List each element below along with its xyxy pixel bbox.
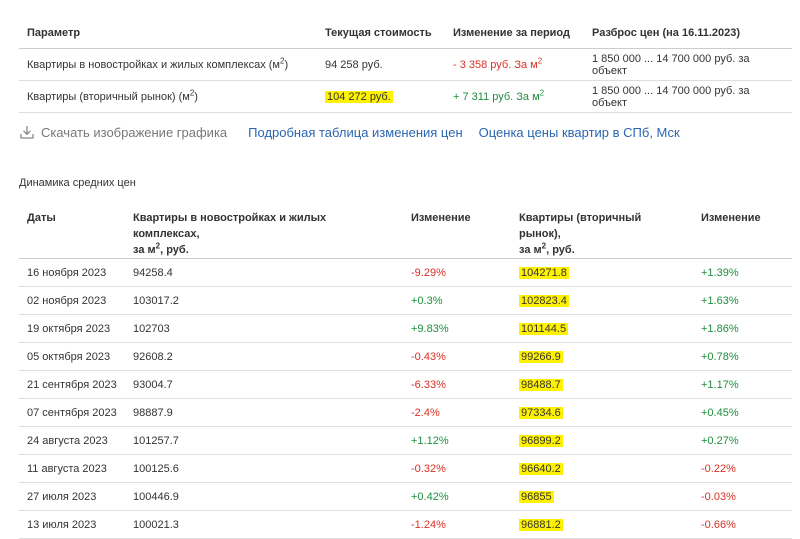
- download-chart-label: Скачать изображение графика: [41, 124, 228, 140]
- summary-row-secondary: Квартиры (вторичный рынок) (м2) 104 272 …: [19, 80, 792, 113]
- chart-links-bar: Скачать изображение графика Подробная та…: [19, 123, 680, 141]
- cell-secondary-change: -0.03%: [693, 482, 792, 511]
- cell-new-price: 98887.9: [125, 398, 403, 427]
- summary-change: + 7 311 руб. За м2: [445, 80, 584, 113]
- table-row: 16 ноября 2023 94258.4 -9.29% 104271.8 +1.39…: [19, 258, 792, 287]
- cell-secondary-price: 96881.2: [511, 510, 693, 539]
- cell-secondary-price: 96855: [511, 482, 693, 511]
- cell-secondary-change: +0.27%: [693, 426, 792, 455]
- cell-date: 16 ноября 2023: [19, 258, 125, 287]
- table-row: 27 июля 2023 100446.9 +0.42% 96855 -0.03%: [19, 482, 792, 511]
- cell-new-change: -0.32%: [403, 454, 511, 483]
- summary-row-new: Квартиры в новостройках и жилых комплекс…: [19, 48, 792, 81]
- table-row: 05 октября 2023 92608.2 -0.43% 99266.9 +0.78…: [19, 342, 792, 371]
- cell-date: 19 октября 2023: [19, 314, 125, 343]
- cell-new-price: 100125.6: [125, 454, 403, 483]
- cell-new-price: 102703: [125, 314, 403, 343]
- cell-date: 05 октября 2023: [19, 342, 125, 371]
- cell-date: 27 июля 2023: [19, 482, 125, 511]
- cell-secondary-price: 97334.6: [511, 398, 693, 427]
- header-param: Параметр: [19, 18, 317, 49]
- summary-range: 1 850 000 ... 14 700 000 руб. за объект: [584, 80, 792, 113]
- cell-secondary-price: 96899.2: [511, 426, 693, 455]
- cell-new-change: -9.29%: [403, 258, 511, 287]
- summary-header-row: Параметр Текущая стоимость Изменение за …: [19, 18, 792, 49]
- summary-range: 1 850 000 ... 14 700 000 руб. за объект: [584, 48, 792, 81]
- cell-date: 24 августа 2023: [19, 426, 125, 455]
- cell-secondary-price: 104271.8: [511, 258, 693, 287]
- col-secondary-price: Квартиры (вторичный рынок), за м2, руб.: [511, 200, 693, 259]
- dynamics-header-row: Даты Квартиры в новостройках и жилых ком…: [19, 200, 792, 259]
- cell-secondary-price: 99266.9: [511, 342, 693, 371]
- col-date: Даты: [19, 200, 125, 259]
- cell-secondary-change: +1.63%: [693, 286, 792, 315]
- cell-new-price: 93004.7: [125, 370, 403, 399]
- summary-param: Квартиры в новостройках и жилых комплекс…: [19, 48, 317, 81]
- cell-new-price: 92608.2: [125, 342, 403, 371]
- cell-new-change: -6.33%: [403, 370, 511, 399]
- cell-new-price: 94258.4: [125, 258, 403, 287]
- header-change: Изменение за период: [445, 18, 584, 49]
- cell-secondary-price: 96640.2: [511, 454, 693, 483]
- price-summary-table: Параметр Текущая стоимость Изменение за …: [19, 18, 792, 113]
- col-secondary-change: Изменение: [693, 200, 792, 259]
- col-new-change: Изменение: [403, 200, 511, 259]
- cell-secondary-change: -0.66%: [693, 510, 792, 539]
- price-dynamics-table: Даты Квартиры в новостройках и жилых ком…: [19, 200, 792, 539]
- cell-secondary-price: 102823.4: [511, 286, 693, 315]
- cell-new-change: -1.24%: [403, 510, 511, 539]
- cell-secondary-change: +1.17%: [693, 370, 792, 399]
- cell-new-price: 100021.3: [125, 510, 403, 539]
- cell-new-price: 100446.9: [125, 482, 403, 511]
- cell-new-change: -0.43%: [403, 342, 511, 371]
- table-row: 19 октября 2023 102703 +9.83% 101144.5 +1.86…: [19, 314, 792, 343]
- summary-change: - 3 358 руб. За м2: [445, 48, 584, 81]
- header-current: Текущая стоимость: [317, 18, 445, 49]
- cell-new-price: 103017.2: [125, 286, 403, 315]
- cell-secondary-change: +0.78%: [693, 342, 792, 371]
- table-row: 13 июля 2023 100021.3 -1.24% 96881.2 -0.66%: [19, 510, 792, 539]
- cell-new-change: +0.3%: [403, 286, 511, 315]
- price-estimate-link[interactable]: Оценка цены квартир в СПб, Мск: [479, 125, 680, 140]
- cell-new-change: -2.4%: [403, 398, 511, 427]
- download-chart-link[interactable]: Скачать изображение графика: [19, 124, 227, 140]
- col-new-price: Квартиры в новостройках и жилых комплекс…: [125, 200, 403, 259]
- cell-date: 11 августа 2023: [19, 454, 125, 483]
- table-row: 02 ноября 2023 103017.2 +0.3% 102823.4 +1.63…: [19, 286, 792, 315]
- cell-new-change: +0.42%: [403, 482, 511, 511]
- cell-date: 21 сентября 2023: [19, 370, 125, 399]
- section-title: Динамика средних цен: [19, 177, 136, 189]
- summary-current: 104 272 руб.: [317, 80, 445, 113]
- header-range: Разброс цен (на 16.11.2023): [584, 18, 792, 49]
- table-row: 07 сентября 2023 98887.9 -2.4% 97334.6 +0.45…: [19, 398, 792, 427]
- table-row: 11 августа 2023 100125.6 -0.32% 96640.2 -0.2…: [19, 454, 792, 483]
- cell-new-change: +1.12%: [403, 426, 511, 455]
- summary-param: Квартиры (вторичный рынок) (м2): [19, 80, 317, 113]
- table-row: 21 сентября 2023 93004.7 -6.33% 98488.7 +1.1…: [19, 370, 792, 399]
- price-table-link[interactable]: Подробная таблица изменения цен: [248, 125, 462, 140]
- summary-current: 94 258 руб.: [317, 48, 445, 81]
- cell-secondary-change: -0.22%: [693, 454, 792, 483]
- cell-secondary-price: 98488.7: [511, 370, 693, 399]
- cell-new-price: 101257.7: [125, 426, 403, 455]
- download-icon: [20, 126, 34, 139]
- cell-secondary-change: +1.39%: [693, 258, 792, 287]
- cell-date: 02 ноября 2023: [19, 286, 125, 315]
- cell-secondary-change: +1.86%: [693, 314, 792, 343]
- cell-new-change: +9.83%: [403, 314, 511, 343]
- cell-secondary-price: 101144.5: [511, 314, 693, 343]
- cell-date: 13 июля 2023: [19, 510, 125, 539]
- cell-secondary-change: +0.45%: [693, 398, 792, 427]
- table-row: 24 августа 2023 101257.7 +1.12% 96899.2 +0.2…: [19, 426, 792, 455]
- cell-date: 07 сентября 2023: [19, 398, 125, 427]
